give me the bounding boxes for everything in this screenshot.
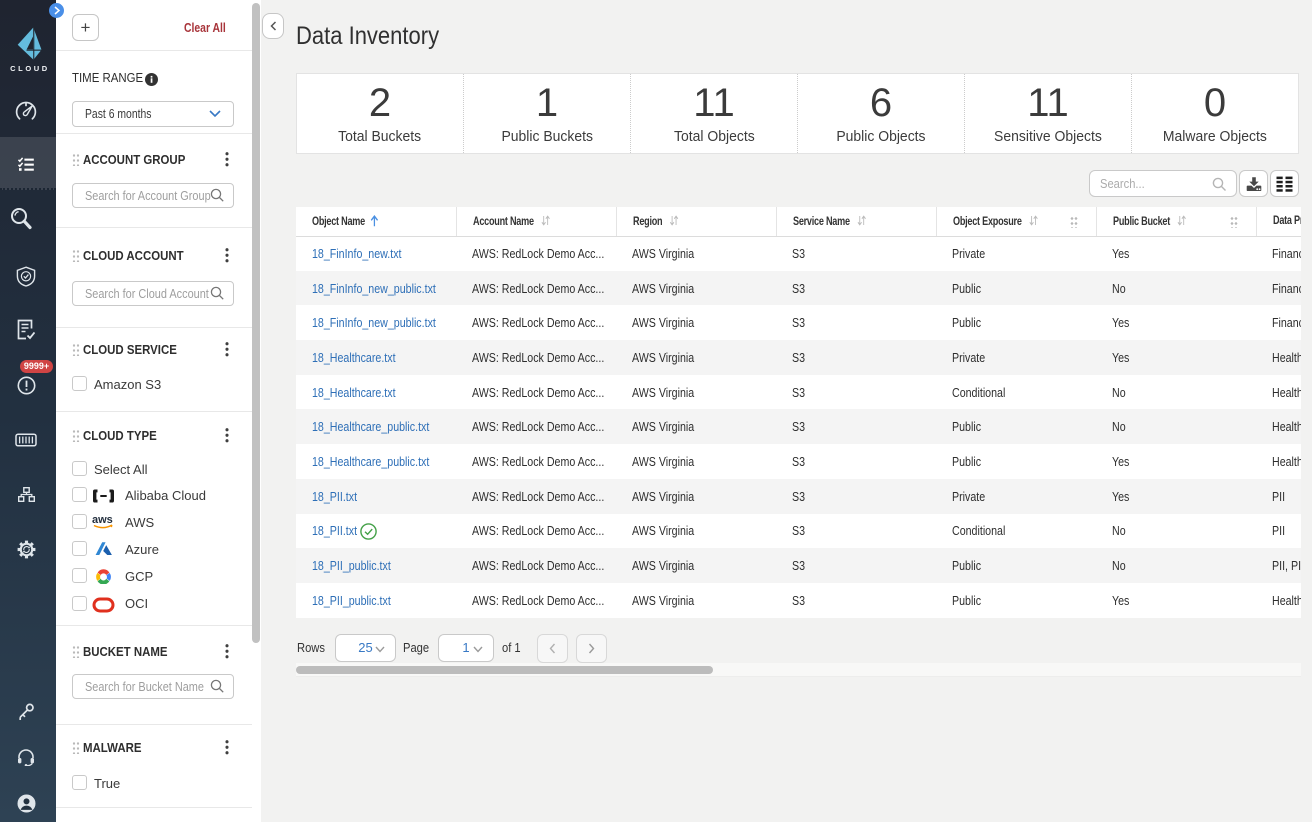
svg-text:aws: aws [92,514,113,526]
